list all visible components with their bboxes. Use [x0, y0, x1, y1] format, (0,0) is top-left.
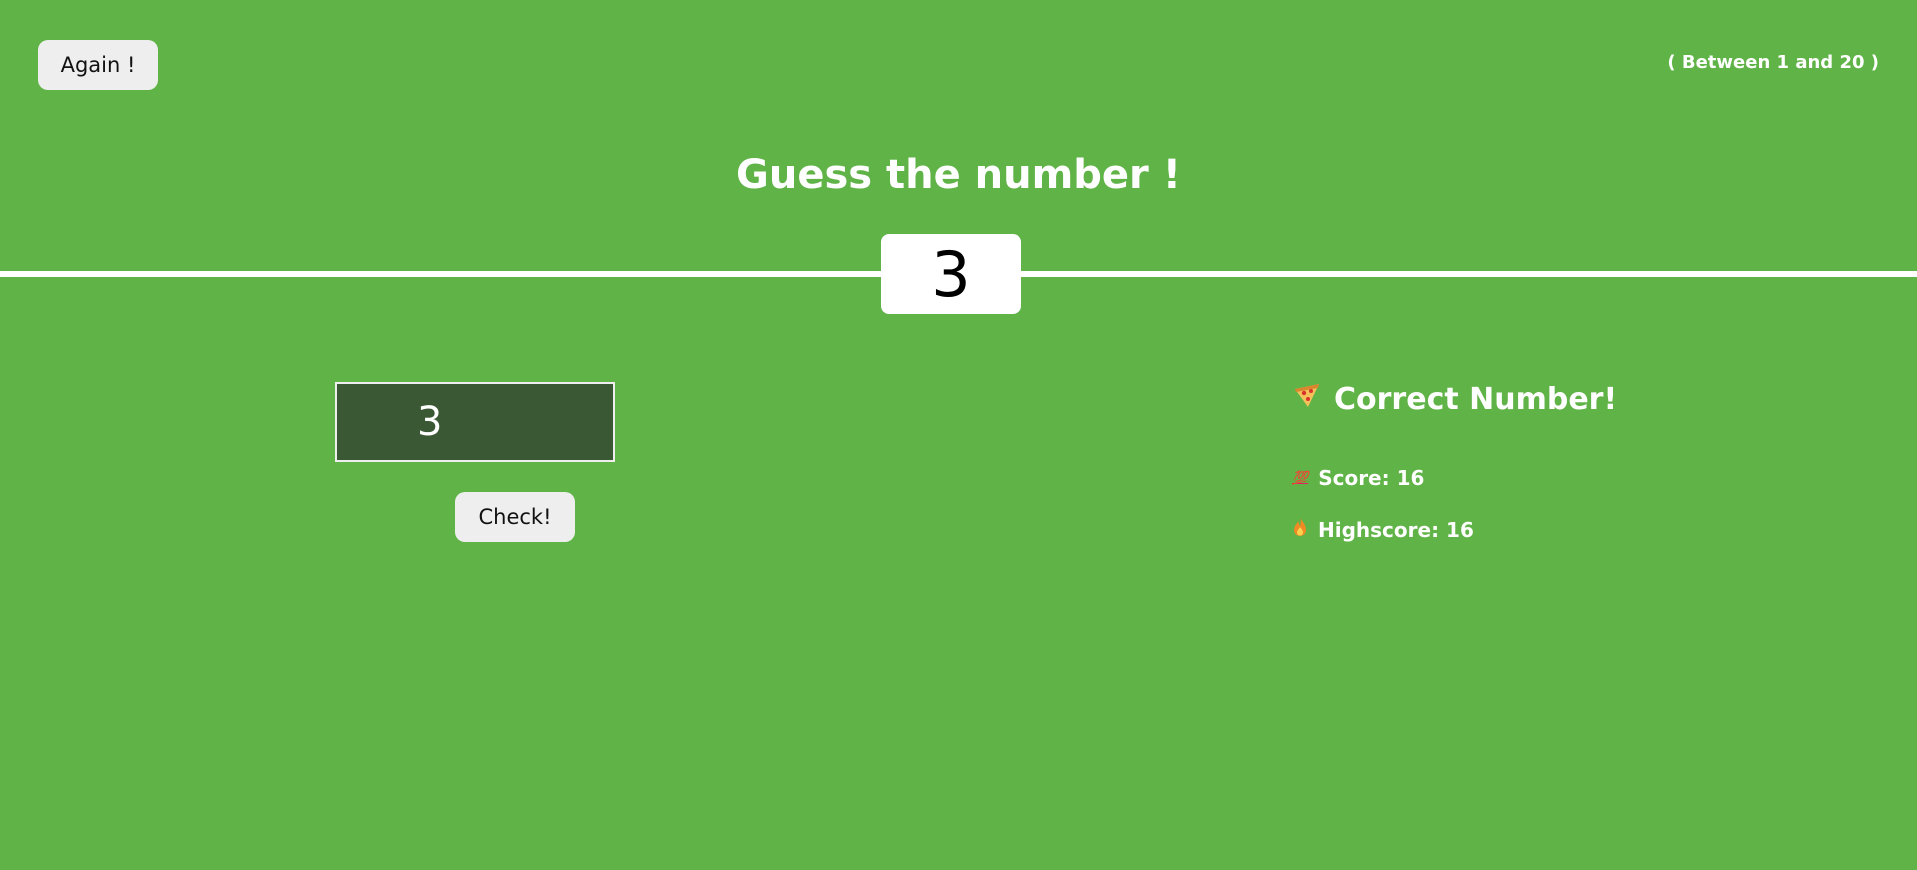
hundred-points-icon: 💯 [1292, 470, 1309, 486]
result-message-text: Correct Number! [1334, 381, 1618, 417]
fire-icon [1292, 517, 1308, 542]
again-button[interactable]: Again ! [38, 40, 158, 90]
guess-input[interactable] [335, 382, 615, 462]
page-title: Guess the number ! [736, 152, 1181, 198]
highscore-stat: Highscore: 16 [1292, 517, 1474, 542]
score-stat: 💯 Score: 16 [1292, 466, 1424, 490]
result-panel: Correct Number! 💯 Score: 16 Highscore: 1… [1292, 380, 1617, 542]
game-page: Again ! ( Between 1 and 20 ) Guess the n… [0, 0, 1917, 870]
result-message: Correct Number! [1292, 380, 1617, 418]
range-hint: ( Between 1 and 20 ) [1667, 52, 1879, 73]
score-label: Score: 16 [1318, 466, 1425, 490]
check-button[interactable]: Check! [455, 492, 575, 542]
pizza-icon [1292, 380, 1322, 418]
secret-number: 3 [881, 234, 1021, 314]
highscore-label: Highscore: 16 [1318, 517, 1474, 542]
